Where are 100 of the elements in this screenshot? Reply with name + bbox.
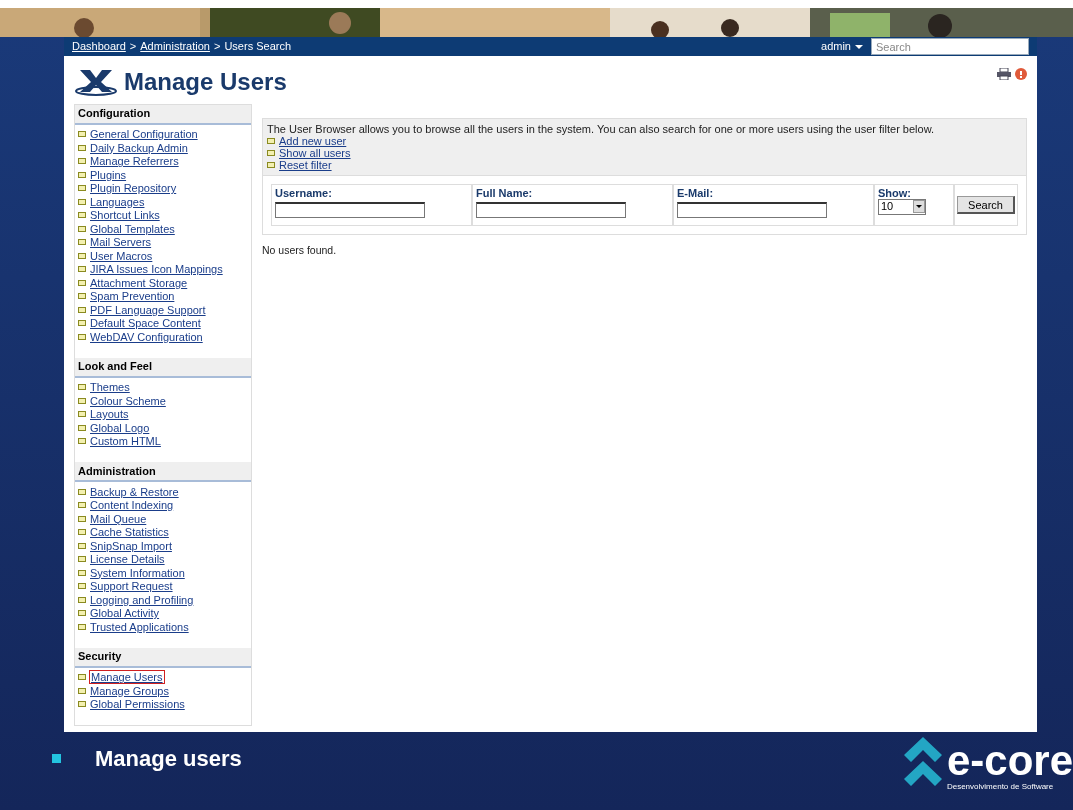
intro-text: The User Browser allows you to browse all the users in the system. You can also search for one or more users using the user filter below. [267,122,936,135]
field-label: E-Mail: [677,186,715,199]
breadcrumb-link[interactable]: Administration [140,38,210,55]
sidebar-link[interactable]: Attachment Storage [90,276,188,289]
sidebar-link[interactable]: Spam Prevention [90,290,175,303]
bullet-icon [267,149,275,156]
text-field[interactable] [275,202,425,218]
sidebar-link[interactable]: Cache Statistics [90,526,169,539]
sidebar-link[interactable]: Plugin Repository [90,182,177,195]
sidebar-heading: Look and Feel [75,357,251,378]
bullet-icon [78,488,86,495]
sidebar-link[interactable]: Global Activity [90,607,160,620]
breadcrumb-separator: > [129,39,137,55]
sidebar-link[interactable]: Mail Servers [90,236,152,249]
bullet-icon [267,137,275,144]
sidebar-link[interactable]: General Configuration [90,128,198,141]
filter-link[interactable]: Reset filter [279,158,332,171]
sidebar-link[interactable]: Content Indexing [90,499,174,512]
sidebar-link[interactable]: Global Permissions [90,698,185,711]
sidebar-link[interactable]: Trusted Applications [90,620,189,633]
sidebar-link[interactable]: Languages [90,195,145,208]
text-field[interactable] [476,202,626,218]
bullet-icon [78,266,86,273]
bullet-icon [78,556,86,563]
breadcrumb-separator: > [213,39,221,55]
sidebar-link[interactable]: License Details [90,553,165,566]
bullet-icon [78,320,86,327]
logo-icon [74,68,118,97]
bullet-icon [78,542,86,549]
sidebar-link[interactable]: Custom HTML [90,435,161,448]
bullet-icon [78,701,86,708]
bullet-icon [78,529,86,536]
sidebar-link[interactable]: Daily Backup Admin [90,141,188,154]
bullet-icon [78,279,86,286]
bullet-icon [78,596,86,603]
sidebar-link[interactable]: Shortcut Links [90,209,160,222]
logo-text: e-core [946,741,1073,781]
sidebar-link[interactable]: Logging and Profiling [90,593,194,606]
bullet-icon [78,583,86,590]
sidebar-link[interactable]: User Macros [90,249,153,262]
sidebar-link[interactable]: Plugins [90,168,127,181]
sidebar-link[interactable]: Global Templates [90,222,175,235]
sidebar-link[interactable]: Colour Scheme [90,394,166,407]
sidebar-link[interactable]: Mail Queue [90,512,147,525]
logo-tagline: Desenvolvimento de Software [946,781,1055,793]
text-field[interactable] [677,202,827,218]
sidebar-link[interactable]: Global Logo [90,421,150,434]
sidebar-heading: Administration [75,462,251,482]
sidebar-heading: Configuration [75,104,251,125]
bullet-icon [78,623,86,630]
sidebar-link[interactable]: Manage Groups [90,684,169,697]
sidebar-link[interactable]: Backup & Restore [90,485,179,498]
filter-link[interactable]: Add new user [279,134,347,147]
search-button[interactable]: Search [957,195,1015,214]
bullet-icon [78,384,86,391]
field-label: Show: [878,186,912,199]
caret-icon [855,44,863,49]
bullet-icon [78,212,86,219]
bullet-icon [267,161,275,168]
field-label: Username: [275,186,333,199]
bullet-icon [78,610,86,617]
bullet-icon [78,293,86,300]
sidebar-link[interactable]: SnipSnap Import [90,539,172,552]
bullet-icon [78,198,86,205]
slide-bullet-text: Manage users [95,745,242,773]
sidebar-link[interactable]: Support Request [90,580,173,593]
sidebar-link[interactable]: System Information [90,566,185,579]
sidebar-link[interactable]: WebDAV Configuration [90,330,203,343]
sidebar-link[interactable]: Default Space Content [90,317,201,330]
sidebar-link[interactable]: Manage Referrers [90,155,179,168]
bullet-icon [78,502,86,509]
bullet-icon [78,674,86,681]
filter-link[interactable]: Show all users [279,146,351,159]
bullet-icon [78,225,86,232]
bullet-icon [78,131,86,138]
bullet-icon [52,754,61,763]
page-title: Manage Users [124,68,287,97]
sidebar-link[interactable]: Layouts [90,408,129,421]
sidebar-link[interactable]: Manage Users [90,671,164,684]
bullet-icon [78,144,86,151]
bullet-icon [78,239,86,246]
bullet-icon [78,515,86,522]
result-message: No users found. [262,242,338,258]
help-icon[interactable] [1015,68,1027,81]
bullet-icon [78,158,86,165]
breadcrumb-current: Users Search [224,39,292,55]
bullet-icon [78,424,86,431]
bullet-icon [78,438,86,445]
print-icon[interactable] [997,68,1011,81]
field-label: Full Name: [476,186,534,199]
sidebar-link[interactable]: PDF Language Support [90,303,206,316]
bullet-icon [78,411,86,418]
sidebar-link[interactable]: JIRA Issues Icon Mappings [90,263,223,276]
sidebar-link[interactable]: Themes [90,381,130,394]
bullet-icon [78,306,86,313]
breadcrumb-link[interactable]: Dashboard [72,38,126,55]
show-select[interactable]: 10 [878,198,926,215]
bullet-icon [78,333,86,340]
search-field[interactable]: Search [871,38,1029,56]
user-menu[interactable]: admin [821,38,863,55]
